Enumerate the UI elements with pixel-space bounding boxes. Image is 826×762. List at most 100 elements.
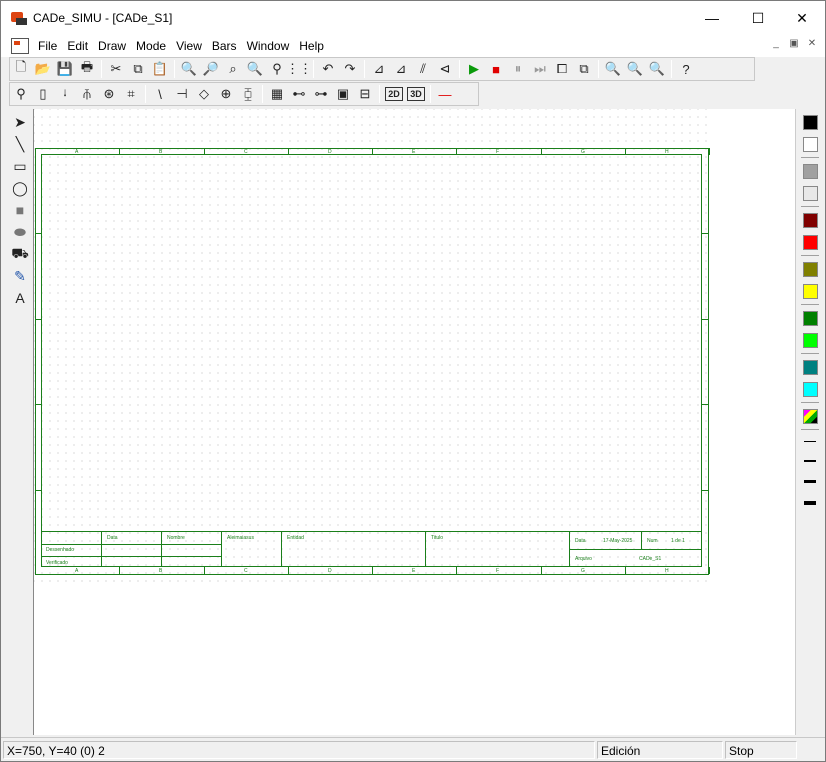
menu-bars[interactable]: Bars bbox=[207, 36, 242, 56]
zoom-pan-icon[interactable]: ⚲ bbox=[266, 58, 288, 80]
grid-icon[interactable]: ⋮⋮ bbox=[286, 58, 312, 80]
color-swatch[interactable] bbox=[802, 163, 818, 179]
tb-file-value: CADe_S1 bbox=[639, 556, 662, 562]
status-bar: X=750, Y=40 (0) 2 Edición Stop bbox=[1, 737, 825, 761]
line-width-option[interactable] bbox=[804, 480, 816, 483]
zone-tick bbox=[709, 148, 710, 155]
find-icon[interactable]: 🔍 bbox=[178, 58, 200, 80]
coil-icon[interactable]: ⊕ bbox=[215, 83, 237, 105]
print-icon[interactable]: 🖶 bbox=[76, 58, 98, 80]
pushbutton-icon[interactable]: ⊣ bbox=[171, 83, 193, 105]
redo-icon[interactable]: ↷ bbox=[339, 58, 361, 80]
menu-mode[interactable]: Mode bbox=[131, 36, 171, 56]
find-next-icon[interactable]: 🔎 bbox=[200, 58, 222, 80]
line-width-option[interactable] bbox=[804, 460, 816, 462]
zone-letter: F bbox=[496, 149, 500, 155]
relay-icon[interactable]: ⧮ bbox=[237, 83, 259, 105]
filled-ellipse-icon[interactable]: ⬬ bbox=[9, 221, 31, 243]
new-icon[interactable]: 🗋 bbox=[10, 58, 32, 80]
color-swatch[interactable] bbox=[802, 136, 818, 152]
custom-color-icon[interactable] bbox=[802, 408, 818, 424]
line-width-option[interactable] bbox=[804, 501, 816, 505]
fill-icon[interactable]: ⛟ bbox=[9, 243, 31, 265]
menu-window[interactable]: Window bbox=[242, 36, 295, 56]
cut-icon[interactable]: ✂ bbox=[105, 58, 127, 80]
align-right-icon[interactable]: ⊿ bbox=[390, 58, 412, 80]
paste-icon[interactable]: 📋 bbox=[149, 58, 171, 80]
contact-icon[interactable]: \ bbox=[149, 83, 171, 105]
pause-icon[interactable]: ⏸ bbox=[507, 58, 529, 80]
line-icon[interactable]: ╲ bbox=[9, 133, 31, 155]
zoom-fit-icon[interactable]: 🔍 bbox=[646, 58, 668, 80]
play-icon[interactable]: ▶ bbox=[463, 58, 485, 80]
color-swatch[interactable] bbox=[802, 234, 818, 250]
motor-icon[interactable]: ⊛ bbox=[98, 83, 120, 105]
switch-icon[interactable]: ᛍ bbox=[54, 83, 76, 105]
save-icon[interactable]: 💾 bbox=[54, 58, 76, 80]
tb-row-dessenhado: Dessenhado bbox=[46, 547, 75, 553]
cylinder-icon[interactable]: ⊶ bbox=[310, 83, 332, 105]
multi-switch-icon[interactable]: ⫚ bbox=[76, 83, 98, 105]
color-swatch[interactable] bbox=[802, 332, 818, 348]
pointer-icon[interactable]: ➤ bbox=[9, 111, 31, 133]
open-icon[interactable]: 📂 bbox=[32, 58, 54, 80]
filled-rect-icon[interactable]: ■ bbox=[9, 199, 31, 221]
wire-icon[interactable]: — bbox=[434, 83, 456, 105]
color-swatch[interactable] bbox=[802, 114, 818, 130]
zone-tick bbox=[702, 490, 709, 491]
menu-file[interactable]: File bbox=[33, 36, 62, 56]
align-left-icon[interactable]: ⊿ bbox=[368, 58, 390, 80]
menu-help[interactable]: Help bbox=[294, 36, 329, 56]
minimize-button[interactable]: — bbox=[689, 1, 735, 35]
2d-icon[interactable]: 2D bbox=[385, 87, 403, 101]
line-width-option[interactable] bbox=[804, 441, 816, 442]
menu-view[interactable]: View bbox=[171, 36, 207, 56]
zoom-out-icon[interactable]: 🔍 bbox=[624, 58, 646, 80]
document-icon[interactable] bbox=[11, 38, 29, 54]
copy-icon[interactable]: ⧉ bbox=[127, 58, 149, 80]
color-swatch[interactable] bbox=[802, 261, 818, 277]
step-icon[interactable]: ⏭ bbox=[529, 58, 551, 80]
text-icon[interactable]: A bbox=[9, 287, 31, 309]
toolbar-separator bbox=[364, 60, 365, 78]
undo-icon[interactable]: ↶ bbox=[317, 58, 339, 80]
mirror-icon[interactable]: ⫽ bbox=[412, 58, 434, 80]
color-swatch[interactable] bbox=[802, 359, 818, 375]
fuse-icon[interactable]: ▯ bbox=[32, 83, 54, 105]
mdi-minimize-button[interactable]: _ bbox=[769, 37, 783, 51]
terminal-icon[interactable]: ⊟ bbox=[354, 83, 376, 105]
title-bar[interactable]: CADe_SIMU - [CADe_S1] — ☐ ✕ bbox=[1, 1, 825, 35]
maximize-button[interactable]: ☐ bbox=[735, 1, 781, 35]
valve-icon[interactable]: ⊷ bbox=[288, 83, 310, 105]
color-swatch[interactable] bbox=[802, 283, 818, 299]
help-icon[interactable]: ? bbox=[675, 58, 697, 80]
sensor-icon[interactable]: ◇ bbox=[193, 83, 215, 105]
color-swatch[interactable] bbox=[802, 310, 818, 326]
menu-edit[interactable]: Edit bbox=[62, 36, 93, 56]
plc-icon[interactable]: ▦ bbox=[266, 83, 288, 105]
contactor-icon[interactable]: ⌗ bbox=[120, 83, 142, 105]
zoom-sel-icon[interactable]: 🔍 bbox=[244, 58, 266, 80]
zoom-area-icon[interactable]: ⌕ bbox=[222, 58, 244, 80]
color-swatch[interactable] bbox=[802, 212, 818, 228]
ellipse-icon[interactable]: ◯ bbox=[9, 177, 31, 199]
toolbar-separator bbox=[145, 85, 146, 103]
picker-icon[interactable]: ✎ bbox=[9, 265, 31, 287]
toolbar-separator bbox=[671, 60, 672, 78]
window-icon[interactable]: ⧠ bbox=[551, 58, 573, 80]
color-swatch[interactable] bbox=[802, 381, 818, 397]
menu-draw[interactable]: Draw bbox=[93, 36, 131, 56]
rect-icon[interactable]: ▭ bbox=[9, 155, 31, 177]
close-button[interactable]: ✕ bbox=[779, 1, 825, 35]
toolbar-separator bbox=[174, 60, 175, 78]
supply-icon[interactable]: ⚲ bbox=[10, 83, 32, 105]
zoom-in-icon[interactable]: 🔍 bbox=[602, 58, 624, 80]
windows-icon[interactable]: ⧉ bbox=[573, 58, 595, 80]
mdi-restore-button[interactable]: ▣ bbox=[787, 37, 801, 51]
io-icon[interactable]: ▣ bbox=[332, 83, 354, 105]
mdi-close-button[interactable]: ✕ bbox=[805, 37, 819, 51]
rotate-icon[interactable]: ⊲ bbox=[434, 58, 456, 80]
color-swatch[interactable] bbox=[802, 185, 818, 201]
stop-icon[interactable]: ■ bbox=[485, 58, 507, 80]
3d-icon[interactable]: 3D bbox=[407, 87, 425, 101]
